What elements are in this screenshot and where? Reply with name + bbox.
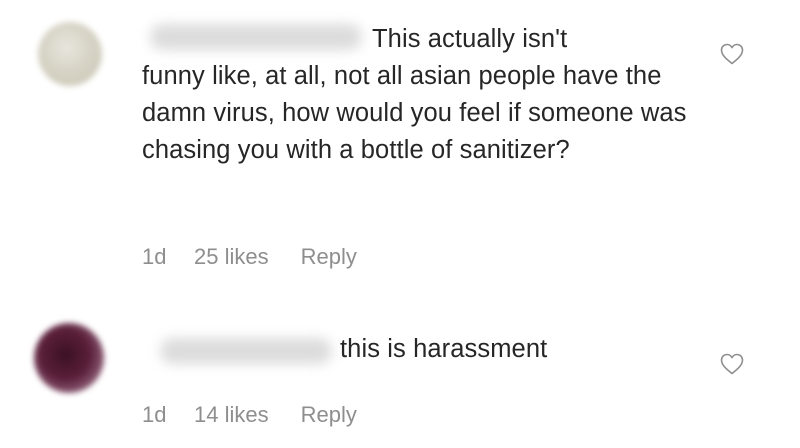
comment-time: 1d <box>142 244 167 269</box>
comment-time: 1d <box>142 402 167 427</box>
blurred-username[interactable] <box>160 338 332 364</box>
comment-meta: 1d 25 likes Reply <box>142 244 357 270</box>
heart-outline-icon[interactable] <box>720 43 744 65</box>
reply-button[interactable]: Reply <box>301 402 357 428</box>
comment-text: this is harassment <box>340 335 548 363</box>
reply-button[interactable]: Reply <box>301 244 357 270</box>
likes-count[interactable]: 25 likes <box>194 244 269 270</box>
comment-text: This actually isn't funny like, at all, … <box>142 21 702 169</box>
comment-text-rest: funny like, at all, not all asian people… <box>142 62 687 164</box>
comment-meta: 1d 14 likes Reply <box>142 402 357 428</box>
comment-text-first-line: This actually isn't <box>372 25 568 53</box>
avatar[interactable] <box>34 323 104 393</box>
heart-outline-icon[interactable] <box>720 353 744 375</box>
avatar[interactable] <box>38 22 102 86</box>
likes-count[interactable]: 14 likes <box>194 402 269 428</box>
